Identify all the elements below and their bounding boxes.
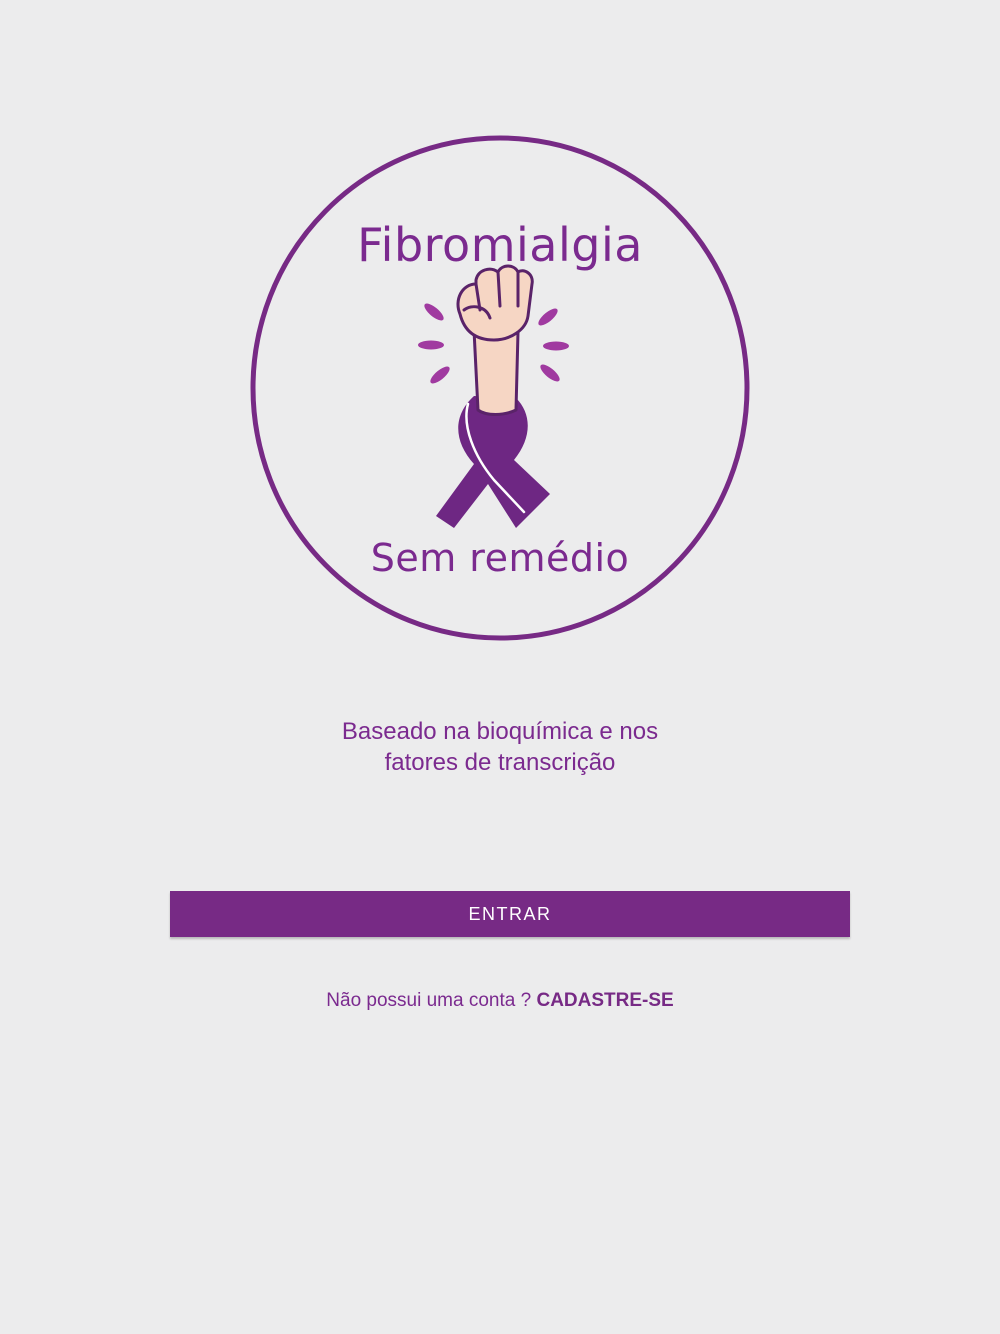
logo-subtitle: Sem remédio	[370, 536, 630, 580]
app-logo: Fibromialgia Sem remédio	[248, 134, 752, 644]
tagline-line-1: Baseado na bioquímica e nos	[341, 718, 659, 745]
signup-link[interactable]: CADASTRE-SE	[536, 990, 673, 1011]
enter-button[interactable]: ENTRAR	[170, 891, 850, 937]
raised-fist-icon	[456, 264, 534, 416]
tagline-line-2: fatores de transcrição	[384, 749, 616, 776]
logo-title: Fibromialgia	[357, 218, 643, 272]
app-tagline: Baseado na bioquímica e nos fatores de t…	[0, 716, 1000, 778]
signup-prompt-text: Não possui uma conta ?	[326, 990, 537, 1011]
signup-prompt: Não possui uma conta ? CADASTRE-SE	[0, 990, 1000, 1012]
